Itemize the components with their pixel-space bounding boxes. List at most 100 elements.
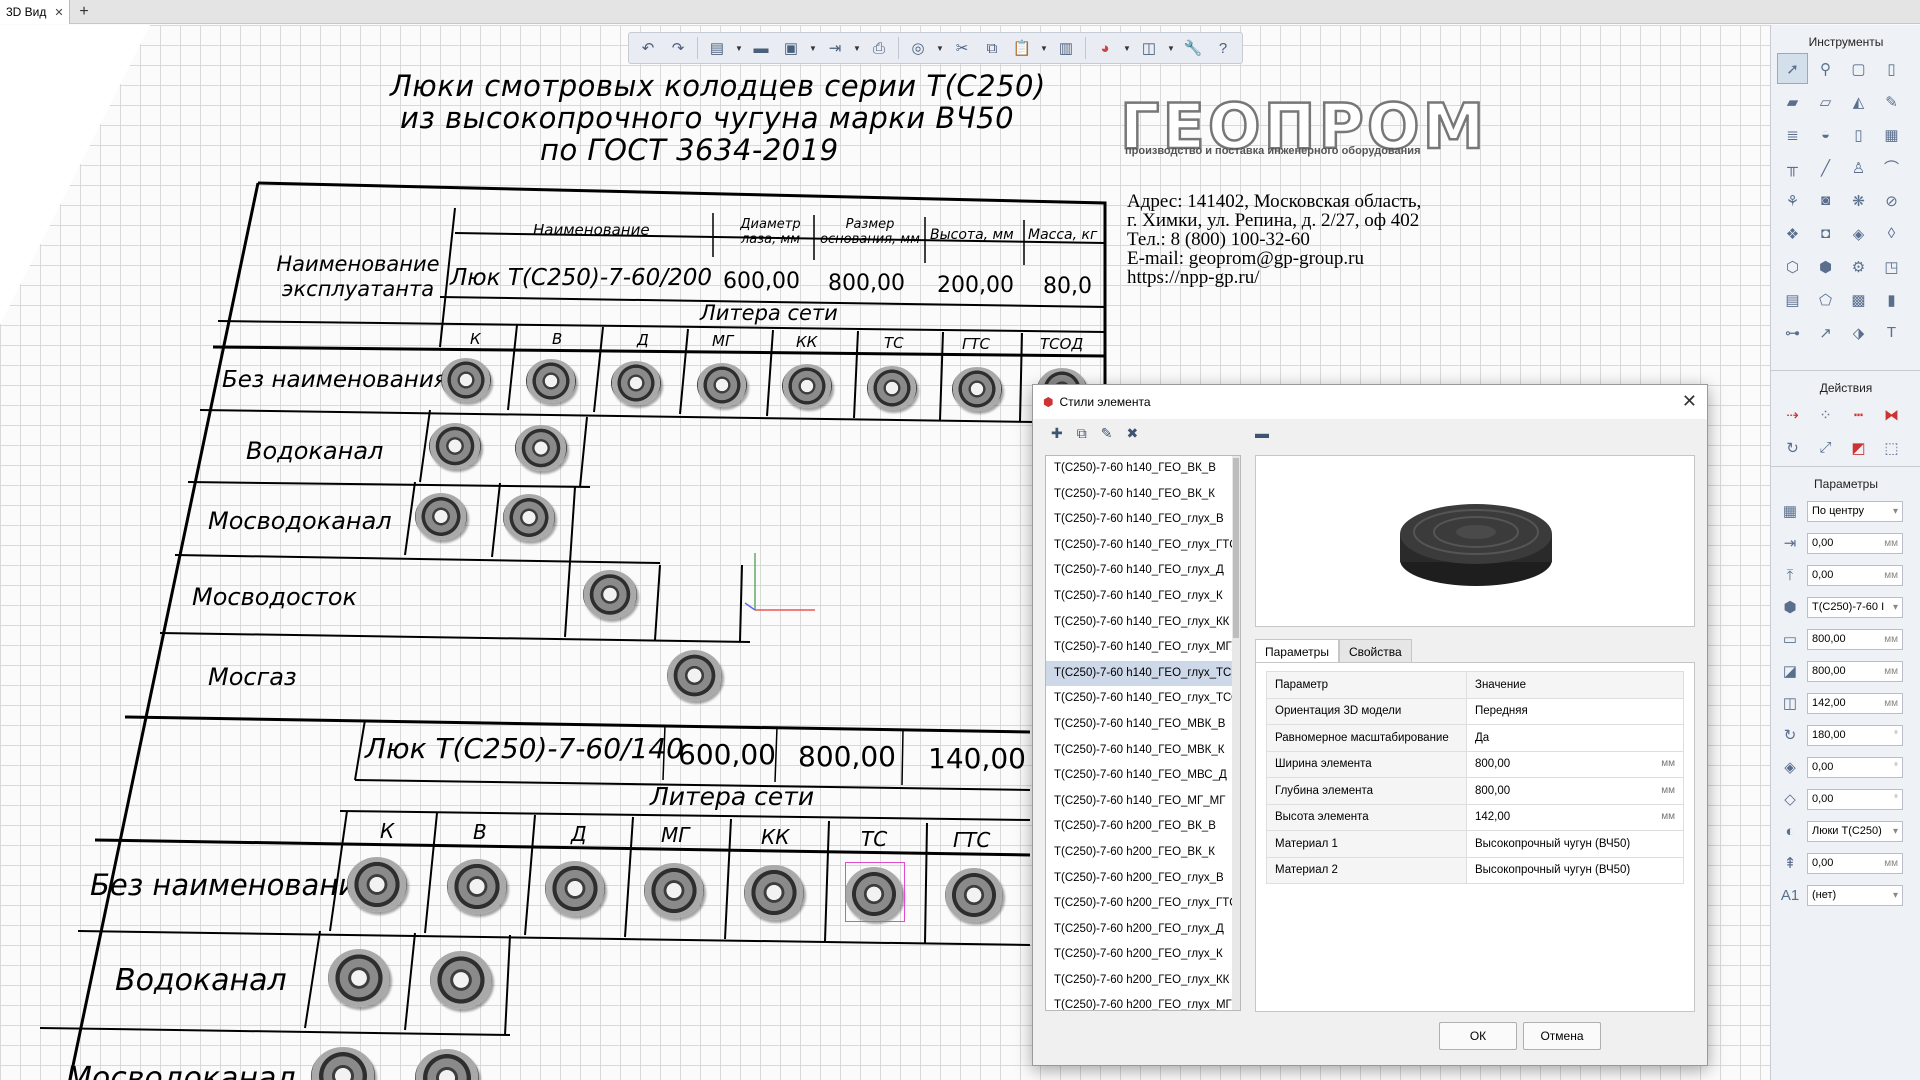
properties-icon[interactable]: ▥	[1053, 35, 1079, 61]
manhole-model[interactable]	[503, 494, 555, 541]
select-icon[interactable]: ➚	[1777, 53, 1808, 84]
ok-button[interactable]: ОК	[1439, 1022, 1517, 1050]
manhole-model[interactable]	[328, 949, 390, 1007]
param-field[interactable]: 0,00 °	[1807, 788, 1903, 810]
duplicate-icon[interactable]: ⧉	[1077, 425, 1087, 442]
style-list-item[interactable]: Т(С250)-7-60 h200_ГЕО_глух_КК	[1046, 968, 1240, 994]
manhole-model[interactable]	[952, 367, 1002, 411]
style-list-item[interactable]: Т(С250)-7-60 h200_ГЕО_ВК_В	[1046, 814, 1240, 840]
property-value-cell[interactable]: 142,00 мм	[1466, 803, 1684, 831]
param-field[interactable]: 0,00 °	[1807, 756, 1903, 778]
property-value-cell[interactable]: 800,00 мм	[1466, 750, 1684, 778]
plate-icon[interactable]: ▱	[1810, 86, 1841, 117]
manhole-model[interactable]	[644, 863, 704, 918]
plant-icon[interactable]: ⚘	[1777, 185, 1808, 216]
redo-icon[interactable]: ↷	[665, 35, 691, 61]
manhole-model[interactable]	[667, 650, 722, 701]
print-icon[interactable]: ⎙	[866, 35, 892, 61]
param-field[interactable]: По центру ▾	[1807, 500, 1903, 522]
style-list-item[interactable]: Т(С250)-7-60 h140_ГЕО_глух_В	[1046, 507, 1240, 533]
property-value-cell[interactable]: Передняя	[1466, 697, 1684, 725]
column-icon[interactable]: ▯	[1876, 53, 1907, 84]
chevron-down-icon[interactable]: ▼	[1039, 35, 1049, 61]
save-icon[interactable]: ▣	[778, 35, 804, 61]
property-row[interactable]: Глубина элемента 800,00 мм	[1266, 777, 1684, 805]
manhole-model[interactable]	[429, 423, 481, 469]
snap-icon[interactable]: ◎	[905, 35, 931, 61]
line-icon[interactable]: ╱	[1810, 152, 1841, 183]
align-tool-icon[interactable]: ◩	[1843, 432, 1874, 463]
chevron-down-icon[interactable]: ▼	[935, 35, 945, 61]
manhole-model[interactable]	[782, 364, 832, 408]
property-row[interactable]: Материал 2 Высокопрочный чугун (ВЧ50)	[1266, 856, 1684, 884]
paste-icon[interactable]: 📋	[1009, 35, 1035, 61]
style-list-item[interactable]: Т(С250)-7-60 h200_ГЕО_ВК_К	[1046, 840, 1240, 866]
shape-icon[interactable]: ◊	[1876, 218, 1907, 249]
package-icon[interactable]: ▩	[1843, 284, 1874, 315]
property-row[interactable]: Ориентация 3D модели Передняя	[1266, 697, 1684, 725]
move-icon[interactable]: ⇢	[1777, 399, 1808, 430]
slab-icon[interactable]: ▰	[1777, 86, 1808, 117]
cancel-button[interactable]: Отмена	[1523, 1022, 1601, 1050]
style-list-item[interactable]: Т(С250)-7-60 h200_ГЕО_глух_В	[1046, 866, 1240, 892]
array-icon[interactable]: ⁘	[1810, 399, 1841, 430]
property-value-cell[interactable]: Высокопрочный чугун (ВЧ50)	[1466, 830, 1684, 858]
property-row[interactable]: Высота элемента 142,00 мм	[1266, 803, 1684, 831]
style-list-item[interactable]: Т(С250)-7-60 h200_ГЕО_глух_МГ	[1046, 993, 1240, 1010]
window-icon[interactable]: ▦	[1876, 119, 1907, 150]
manhole-model[interactable]	[697, 363, 747, 407]
views-icon[interactable]: ▤	[704, 35, 730, 61]
railing-icon[interactable]: ╥	[1777, 152, 1808, 183]
close-icon[interactable]: ✕	[1682, 391, 1697, 412]
chevron-down-icon[interactable]: ▼	[734, 35, 744, 61]
tank-icon[interactable]: ⬡	[1777, 251, 1808, 282]
tab-3d-view[interactable]: 3D Вид ✕	[0, 0, 70, 24]
pipe-icon[interactable]: ⚲	[1810, 53, 1841, 84]
add-icon[interactable]: ✚	[1051, 425, 1063, 442]
property-row[interactable]: Материал 1 Высокопрочный чугун (ВЧ50)	[1266, 830, 1684, 858]
group-icon[interactable]: ❖	[1777, 218, 1808, 249]
polyhedron-icon[interactable]: ⬠	[1810, 284, 1841, 315]
wrench-icon[interactable]: 🔧	[1180, 35, 1206, 61]
render-icon[interactable]: ◕	[1092, 35, 1118, 61]
manhole-model[interactable]	[526, 359, 576, 403]
manhole-model[interactable]	[441, 358, 491, 402]
tag-icon[interactable]: ⬗	[1843, 317, 1874, 348]
stairs-icon[interactable]: ≣	[1777, 119, 1808, 150]
roof-icon[interactable]: ◭	[1843, 86, 1874, 117]
style-list-item[interactable]: Т(С250)-7-60 h140_ГЕО_глух_ТСО	[1046, 686, 1240, 712]
style-list-item[interactable]: Т(С250)-7-60 h140_ГЕО_глух_ТС	[1046, 660, 1240, 687]
arrow-icon[interactable]: ↗	[1810, 317, 1841, 348]
cube-icon[interactable]: ◳	[1876, 251, 1907, 282]
add-tab-button[interactable]: +	[74, 2, 94, 22]
device-icon[interactable]: ◘	[1810, 218, 1841, 249]
manhole-model[interactable]	[347, 857, 407, 912]
param-field[interactable]: 800,00 мм	[1807, 628, 1903, 650]
chevron-down-icon[interactable]: ▼	[1122, 35, 1132, 61]
edit-icon[interactable]: ✎	[1101, 425, 1113, 442]
manhole-model[interactable]	[611, 361, 661, 405]
style-list-item[interactable]: Т(С250)-7-60 h140_ГЕО_глух_МГ	[1046, 635, 1240, 661]
element-icon[interactable]: ◈	[1843, 218, 1874, 249]
settings-icon[interactable]: ⚙	[1843, 251, 1874, 282]
param-field[interactable]: 0,00 мм	[1807, 852, 1903, 874]
text-icon[interactable]: T	[1876, 317, 1907, 348]
param-field[interactable]: 0,00 мм	[1807, 564, 1903, 586]
style-list-item[interactable]: Т(С250)-7-60 h200_ГЕО_глух_ГТС	[1046, 891, 1240, 917]
scroll-thumb[interactable]	[1233, 458, 1239, 638]
manhole-model[interactable]	[447, 859, 507, 914]
offset-icon[interactable]: ⬚	[1876, 432, 1907, 463]
fitting-icon[interactable]: ⌒	[1876, 152, 1907, 183]
manhole-model[interactable]	[430, 951, 492, 1009]
param-field[interactable]: Т(С250)-7-60 I ▾	[1807, 596, 1903, 618]
chevron-down-icon[interactable]: ▼	[1166, 35, 1176, 61]
dimension-icon[interactable]: ⊶	[1777, 317, 1808, 348]
scale-icon[interactable]: ⤢	[1810, 432, 1841, 463]
property-row[interactable]: Ширина элемента 800,00 мм	[1266, 750, 1684, 778]
property-value-cell[interactable]: 800,00 мм	[1466, 777, 1684, 805]
param-field[interactable]: Люки Т(С250) ▾	[1807, 820, 1903, 842]
equipment-icon[interactable]: ◙	[1810, 185, 1841, 216]
manhole-model[interactable]	[583, 570, 637, 619]
manhole-model[interactable]	[515, 425, 567, 471]
cut-icon[interactable]: ✂	[949, 35, 975, 61]
